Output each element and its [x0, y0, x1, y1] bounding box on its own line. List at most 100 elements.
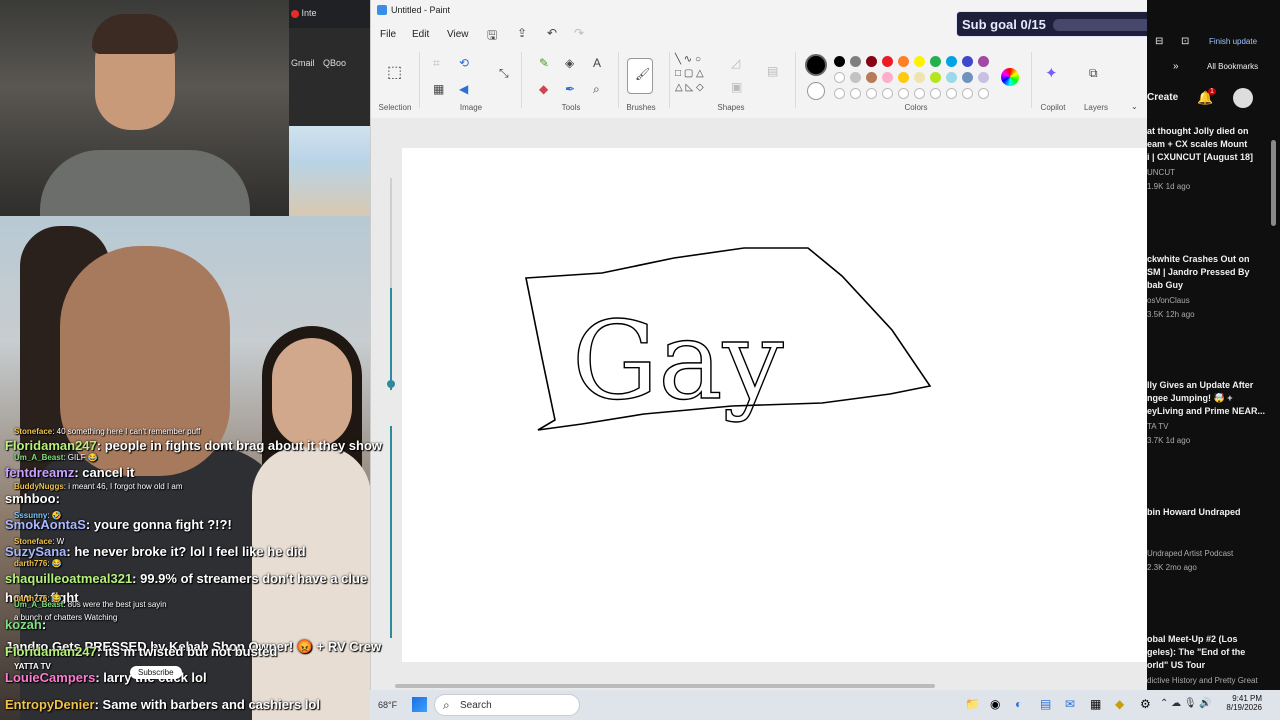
share-icon[interactable]: ⇪: [517, 26, 527, 40]
subscribe-button[interactable]: Subscribe: [130, 666, 182, 679]
video-title[interactable]: ckwhite Crashes Out on: [1147, 254, 1250, 264]
chat-username[interactable]: smhboo: [5, 491, 56, 506]
video-title[interactable]: bab Guy: [1147, 280, 1183, 290]
color-swatch[interactable]: [914, 56, 925, 67]
selection-icon[interactable]: ⬚: [387, 62, 402, 82]
horizontal-scrollbar[interactable]: [395, 684, 935, 688]
brushes-button[interactable]: 🖌: [627, 58, 653, 94]
fill-icon[interactable]: ◈: [565, 56, 574, 70]
color-swatch[interactable]: [914, 72, 925, 83]
ribbon-chevron-icon[interactable]: ⌄: [1131, 102, 1138, 111]
start-icon[interactable]: [412, 697, 427, 712]
color-swatch[interactable]: [834, 72, 845, 83]
shapes-gallery-icon[interactable]: ▤: [767, 64, 778, 78]
file-explorer-icon[interactable]: 📁: [965, 697, 980, 711]
color-swatch[interactable]: [850, 56, 861, 67]
browser-extensions-icon[interactable]: ⊟: [1155, 36, 1163, 47]
custom-color-slot[interactable]: [866, 88, 877, 99]
shape-fill-icon[interactable]: ▣: [731, 80, 742, 94]
tray-icons[interactable]: ⌃ ☁ 🎙 🔊: [1160, 698, 1212, 709]
video-title[interactable]: obal Meet-Up #2 (Los: [1147, 634, 1238, 644]
color-swatch[interactable]: [866, 56, 877, 67]
gmail-bookmark[interactable]: Gmail: [291, 58, 315, 68]
clock[interactable]: 9:41 PM 8/19/2026: [1220, 694, 1262, 712]
weather-widget[interactable]: 68°F: [378, 700, 397, 710]
color-swatch[interactable]: [946, 56, 957, 67]
create-button[interactable]: Create: [1147, 92, 1178, 103]
color-swatch[interactable]: [898, 72, 909, 83]
chat-username[interactable]: kozah: [5, 617, 42, 632]
chat-username[interactable]: Floridaman247: [5, 644, 97, 659]
chat-username[interactable]: EntropyDenier: [5, 697, 95, 712]
custom-color-slot[interactable]: [946, 88, 957, 99]
color-swatch[interactable]: [898, 56, 909, 67]
custom-color-slot[interactable]: [914, 88, 925, 99]
video-title[interactable]: eam + CX scales Mount: [1147, 139, 1247, 149]
finish-update-button[interactable]: Finish update: [1209, 37, 1257, 46]
chat-username[interactable]: BuddyNuggs: [14, 482, 64, 491]
color-swatch[interactable]: [930, 56, 941, 67]
outlook-icon[interactable]: ✉: [1065, 697, 1075, 711]
outline-icon[interactable]: ◿: [731, 56, 740, 70]
color-picker-icon[interactable]: ✒: [565, 82, 575, 96]
secondary-color[interactable]: [807, 82, 825, 100]
video-title[interactable]: lly Gives an Update After: [1147, 380, 1253, 390]
taskbar-search[interactable]: ⌕ Search: [434, 694, 580, 716]
line-shape-icon[interactable]: ╲ ∿ ○: [675, 54, 701, 65]
redo-icon[interactable]: ↷: [574, 26, 584, 40]
video-title[interactable]: at thought Jolly died on: [1147, 126, 1249, 136]
color-swatch[interactable]: [946, 72, 957, 83]
qbooks-bookmark[interactable]: QBoo: [323, 58, 346, 68]
magnifier-icon[interactable]: ⌕: [593, 82, 600, 97]
color-swatch[interactable]: [834, 56, 845, 67]
video-title[interactable]: i | CXUNCUT [August 18]: [1147, 152, 1253, 162]
color-swatch[interactable]: [978, 56, 989, 67]
color-swatch[interactable]: [962, 56, 973, 67]
crop-icon[interactable]: ⌗: [433, 56, 440, 71]
video-title[interactable]: orld" US Tour: [1147, 660, 1205, 670]
custom-color-slot[interactable]: [962, 88, 973, 99]
color-swatch[interactable]: [962, 72, 973, 83]
chat-username[interactable]: SmokAontaS: [5, 517, 86, 532]
chat-username[interactable]: LouieCampers: [5, 670, 95, 685]
chat-username[interactable]: Stoneface: [14, 427, 52, 436]
resize-icon[interactable]: ⤡: [499, 66, 509, 81]
app-icon-2[interactable]: ◆: [1115, 697, 1124, 711]
layers-icon[interactable]: ⧉: [1089, 66, 1098, 81]
vertical-scrollbar[interactable]: [1271, 140, 1276, 226]
video-title[interactable]: eyLiving and Prime NEAR...: [1147, 406, 1265, 416]
custom-color-slot[interactable]: [978, 88, 989, 99]
menu-file[interactable]: File: [380, 29, 396, 40]
chat-username[interactable]: Floridaman247: [5, 438, 97, 453]
custom-color-slot[interactable]: [930, 88, 941, 99]
color-swatch[interactable]: [866, 72, 877, 83]
menu-view[interactable]: View: [447, 29, 469, 40]
chat-username[interactable]: darth776: [14, 559, 47, 568]
all-bookmarks-link[interactable]: All Bookmarks: [1207, 62, 1258, 71]
browser-tab[interactable]: Inte: [289, 0, 371, 28]
drawing-canvas[interactable]: Gay: [402, 148, 1148, 662]
video-title[interactable]: SM | Jandro Pressed By: [1147, 267, 1250, 277]
custom-color-slot[interactable]: [882, 88, 893, 99]
steam-icon[interactable]: ⚙: [1140, 697, 1151, 711]
color-swatch[interactable]: [930, 72, 941, 83]
video-title[interactable]: ngee Jumping! 🤯 +: [1147, 393, 1232, 404]
video-title[interactable]: geles): The "End of the: [1147, 647, 1245, 657]
app-icon[interactable]: ▦: [1090, 697, 1101, 711]
custom-color-slot[interactable]: [898, 88, 909, 99]
select-all-icon[interactable]: ▦: [433, 82, 444, 96]
save-icon[interactable]: 🖫: [487, 26, 497, 47]
custom-color-slot[interactable]: [834, 88, 845, 99]
chat-username[interactable]: SuzySana: [5, 544, 66, 559]
text-tool-icon[interactable]: A: [593, 56, 601, 70]
chat-username[interactable]: Um_A_Beast: [14, 453, 63, 462]
calculator-icon[interactable]: ▤: [1040, 697, 1051, 711]
zoom-thumb[interactable]: [387, 380, 395, 388]
avatar[interactable]: [1233, 88, 1253, 108]
color-swatch[interactable]: [978, 72, 989, 83]
menu-edit[interactable]: Edit: [412, 29, 429, 40]
copilot-icon[interactable]: ✦: [1045, 64, 1058, 82]
video-title[interactable]: bin Howard Undraped: [1147, 507, 1241, 517]
rotate-icon[interactable]: ⟲: [459, 56, 469, 70]
chat-username[interactable]: shaquilleoatmeal321: [5, 571, 132, 586]
